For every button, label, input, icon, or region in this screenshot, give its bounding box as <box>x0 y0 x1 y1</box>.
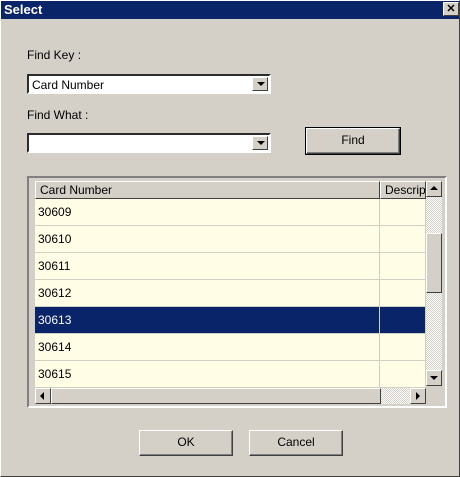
grid-rows: 30609 30610 30611 30612 30613 30614 3061… <box>35 199 426 388</box>
description-cell <box>380 199 426 226</box>
horizontal-scroll-thumb[interactable] <box>51 388 381 404</box>
card-number-cell: 30610 <box>35 226 380 253</box>
cancel-button-label: Cancel <box>277 435 315 449</box>
table-row[interactable]: 30612 <box>35 280 426 307</box>
close-button[interactable]: ✕ <box>443 2 459 16</box>
table-row[interactable]: 30614 <box>35 334 426 361</box>
card-number-cell: 30613 <box>35 307 380 334</box>
find-button-label: Find <box>341 133 365 147</box>
find-button[interactable]: Find <box>305 127 401 155</box>
results-grid[interactable]: Card Number Descrip 30609 30610 30611 30… <box>27 176 447 408</box>
find-what-label: Find What : <box>27 108 89 122</box>
table-row[interactable]: 30615 <box>35 361 426 388</box>
vertical-scrollbar[interactable] <box>426 181 442 386</box>
select-dialog: Select ✕ Find Key : Card Number Find Wha… <box>0 0 460 477</box>
arrow-left-icon <box>40 392 44 400</box>
card-number-cell: 30609 <box>35 199 380 226</box>
description-cell <box>380 280 426 307</box>
ok-button[interactable]: OK <box>139 430 233 456</box>
scroll-right-button[interactable] <box>410 388 426 404</box>
scroll-up-button[interactable] <box>426 181 442 197</box>
table-row[interactable]: 30611 <box>35 253 426 280</box>
description-cell <box>380 361 426 388</box>
table-row[interactable]: 30610 <box>35 226 426 253</box>
close-icon: ✕ <box>446 3 456 15</box>
find-what-combo[interactable] <box>27 133 271 153</box>
ok-button-label: OK <box>177 435 195 449</box>
find-key-dropdown-button[interactable] <box>252 77 268 91</box>
arrow-right-icon <box>416 392 420 400</box>
card-number-cell: 30614 <box>35 334 380 361</box>
description-cell <box>380 253 426 280</box>
column-header-card-number[interactable]: Card Number <box>35 181 380 199</box>
chevron-down-icon <box>257 141 265 145</box>
vertical-scroll-thumb[interactable] <box>426 233 442 293</box>
arrow-up-icon <box>430 186 438 190</box>
dialog-title: Select <box>4 2 43 17</box>
chevron-down-icon <box>257 82 265 86</box>
description-cell <box>380 334 426 361</box>
table-row-selected[interactable]: 30613 <box>35 307 426 334</box>
title-bar[interactable]: Select ✕ <box>1 1 459 19</box>
column-header-description[interactable]: Descrip <box>380 181 426 199</box>
arrow-down-icon <box>430 376 438 380</box>
grid-header: Card Number Descrip <box>35 181 426 199</box>
card-number-cell: 30612 <box>35 280 380 307</box>
scroll-left-button[interactable] <box>35 388 51 404</box>
find-key-label: Find Key : <box>27 48 82 62</box>
scroll-down-button[interactable] <box>426 370 442 386</box>
card-number-cell: 30615 <box>35 361 380 388</box>
find-what-dropdown-button[interactable] <box>252 136 268 150</box>
description-cell <box>380 307 426 334</box>
find-key-value: Card Number <box>32 78 105 92</box>
horizontal-scrollbar[interactable] <box>35 388 426 404</box>
cancel-button[interactable]: Cancel <box>249 430 343 456</box>
description-cell <box>380 226 426 253</box>
table-row[interactable]: 30609 <box>35 199 426 226</box>
find-key-select[interactable]: Card Number <box>27 74 271 94</box>
card-number-cell: 30611 <box>35 253 380 280</box>
